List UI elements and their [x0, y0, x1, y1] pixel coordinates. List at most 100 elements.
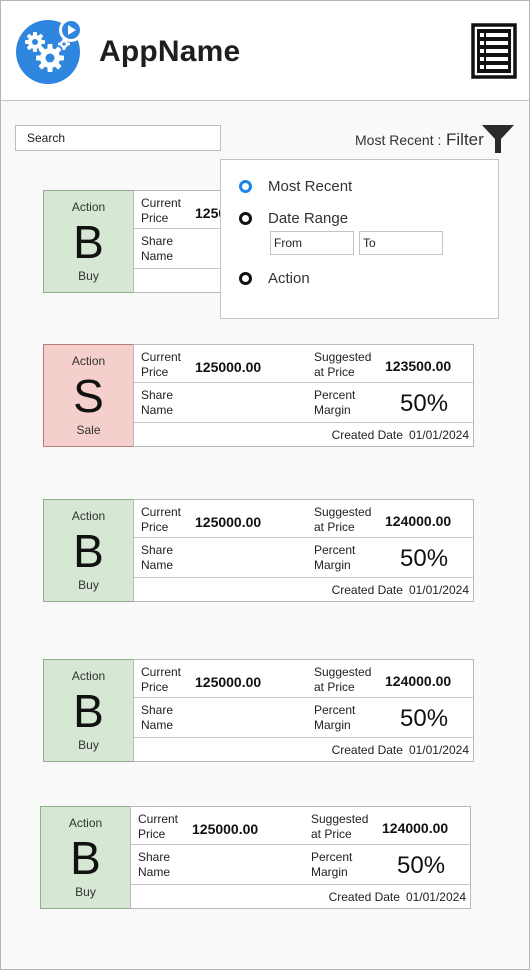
trade-card[interactable]: Action B Buy Current Price 125000.00 Sug…	[43, 659, 474, 762]
card-row-price: Current Price 125000.00 Suggested at Pri…	[131, 807, 470, 845]
action-box: Action B Buy	[43, 499, 134, 602]
created-date-label: Created Date	[328, 890, 400, 904]
date-to-input[interactable]	[359, 231, 443, 255]
filter-option-label: Action	[268, 270, 310, 287]
radio-selected-icon[interactable]	[239, 180, 252, 193]
action-type: Buy	[75, 885, 96, 899]
action-letter: B	[73, 685, 104, 737]
created-date: Created Date 01/01/2024	[332, 583, 469, 597]
percent-margin-label: Percent Margin	[314, 388, 356, 417]
created-date-value: 01/01/2024	[405, 890, 466, 904]
card-row-price: Current Price 125000.00 Suggested at Pri…	[134, 500, 473, 538]
percent-margin-label: Percent Margin	[311, 850, 353, 879]
filter-button[interactable]: Filter	[446, 124, 516, 154]
suggested-price-label: Suggested at Price	[314, 505, 372, 534]
card-row-share: Share Name Percent Margin 50%	[134, 698, 473, 738]
action-letter: S	[73, 370, 104, 422]
share-name-label: Share Name	[138, 850, 171, 879]
funnel-icon[interactable]	[481, 124, 515, 154]
action-letter: B	[73, 525, 104, 577]
trade-card[interactable]: Action B Buy Current Price 125000.00 Sug…	[40, 806, 471, 909]
current-price-value: 125000.00	[195, 674, 262, 690]
percent-margin-value: 50%	[400, 545, 449, 572]
suggested-price-value: 124000.00	[385, 513, 452, 529]
created-date-label: Created Date	[331, 583, 403, 597]
action-box: Action B Buy	[43, 190, 134, 293]
card-info: Current Price 125000.00 Suggested at Pri…	[133, 499, 474, 602]
card-row-date: Created Date 01/01/2024	[134, 423, 473, 447]
action-type: Buy	[78, 269, 99, 283]
current-price-label: Current Price	[141, 665, 182, 694]
action-title: Action	[68, 816, 103, 830]
current-price-value: 125000.00	[195, 514, 262, 530]
created-date-label: Created Date	[331, 428, 403, 442]
current-price-value: 125000.00	[195, 359, 262, 375]
date-from-input[interactable]	[270, 231, 354, 255]
action-type: Buy	[78, 738, 99, 752]
sort-label: Most Recent :	[355, 132, 442, 148]
action-letter: B	[70, 832, 101, 884]
action-title: Action	[71, 200, 106, 214]
percent-margin-value: 50%	[397, 852, 446, 879]
share-name-label: Share Name	[141, 234, 174, 263]
created-date: Created Date 01/01/2024	[332, 743, 469, 757]
card-row-date: Created Date 01/01/2024	[131, 885, 470, 909]
share-name-label: Share Name	[141, 703, 174, 732]
card-row-price: Current Price 125000.00 Suggested at Pri…	[134, 660, 473, 698]
percent-margin-value: 50%	[400, 390, 449, 417]
suggested-price-label: Suggested at Price	[311, 812, 369, 841]
filter-option-label: Most Recent	[268, 178, 353, 195]
filter-dropdown: Most Recent Date Range Action	[220, 159, 499, 319]
radio-icon[interactable]	[239, 272, 252, 285]
card-info: Current Price 125000.00 Suggested at Pri…	[133, 659, 474, 762]
action-box: Action S Sale	[43, 344, 134, 447]
app-name: AppName	[99, 35, 241, 68]
created-date-label: Created Date	[331, 743, 403, 757]
action-title: Action	[71, 354, 106, 368]
percent-margin-label: Percent Margin	[314, 703, 356, 732]
action-type: Buy	[78, 578, 99, 592]
percent-margin-label: Percent Margin	[314, 543, 356, 572]
card-info: Current Price 125000.00 Suggested at Pri…	[130, 806, 471, 909]
created-date-value: 01/01/2024	[408, 583, 469, 597]
gears-play-icon[interactable]	[15, 18, 85, 84]
list-menu-icon[interactable]	[471, 23, 517, 79]
current-price-value: 125000.00	[192, 821, 259, 837]
created-date-value: 01/01/2024	[408, 743, 469, 757]
percent-margin-value: 50%	[400, 705, 449, 732]
card-row-share: Share Name Percent Margin 50%	[131, 845, 470, 885]
radio-icon[interactable]	[239, 212, 252, 225]
trade-card[interactable]: Action S Sale Current Price 125000.00 Su…	[43, 344, 474, 447]
current-price-label: Current Price	[141, 505, 182, 534]
action-title: Action	[71, 669, 106, 683]
action-box: Action B Buy	[43, 659, 134, 762]
filter-label: Filter	[446, 130, 484, 149]
current-price-label: Current Price	[141, 350, 182, 379]
trade-card[interactable]: Action B Buy Current Price 125000.00 Sug…	[43, 499, 474, 602]
suggested-price-label: Suggested at Price	[314, 665, 372, 694]
action-letter: B	[73, 216, 104, 268]
action-title: Action	[71, 509, 106, 523]
suggested-price-label: Suggested at Price	[314, 350, 372, 379]
action-box: Action B Buy	[40, 806, 131, 909]
card-row-date: Created Date 01/01/2024	[134, 578, 473, 602]
current-price-label: Current Price	[138, 812, 179, 841]
card-row-price: Current Price 125000.00 Suggested at Pri…	[134, 345, 473, 383]
search-input[interactable]	[15, 125, 221, 151]
suggested-price-value: 124000.00	[382, 820, 449, 836]
card-info: Current Price 125000.00 Suggested at Pri…	[133, 344, 474, 447]
card-row-share: Share Name Percent Margin 50%	[134, 383, 473, 423]
card-row-date: Created Date 01/01/2024	[134, 738, 473, 762]
filter-option-label: Date Range	[268, 210, 349, 227]
share-name-label: Share Name	[141, 388, 174, 417]
created-date: Created Date 01/01/2024	[332, 428, 469, 442]
created-date: Created Date 01/01/2024	[329, 890, 466, 904]
current-price-label: Current Price	[141, 196, 182, 225]
app-header: AppName	[0, 0, 530, 101]
action-type: Sale	[76, 423, 101, 437]
suggested-price-value: 123500.00	[385, 358, 452, 374]
created-date-value: 01/01/2024	[408, 428, 469, 442]
suggested-price-value: 124000.00	[385, 673, 452, 689]
share-name-label: Share Name	[141, 543, 174, 572]
card-row-share: Share Name Percent Margin 50%	[134, 538, 473, 578]
